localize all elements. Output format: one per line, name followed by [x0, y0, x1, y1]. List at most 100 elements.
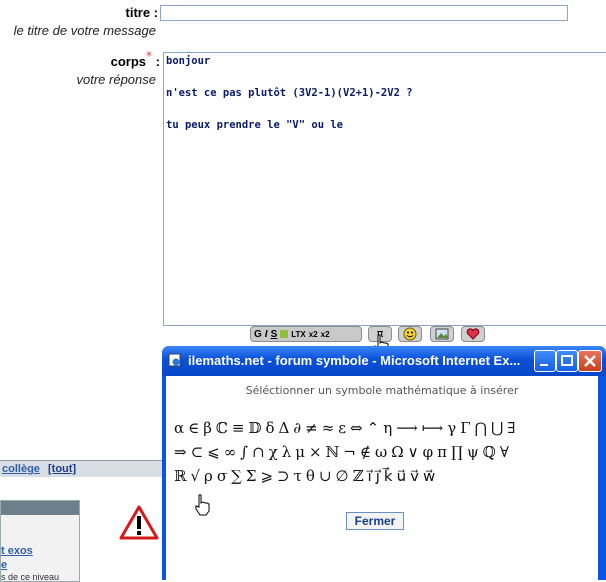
symbol-item[interactable]: ⊃ [277, 467, 290, 485]
symbol-popup-window: ilemaths.net - forum symbole - Microsoft… [162, 346, 606, 580]
format-toolbar: G I S LTX x2 x2 [250, 326, 362, 342]
symbol-item[interactable]: ⩽ [207, 443, 220, 461]
symbol-item[interactable]: ⌃ [367, 419, 380, 437]
superscript-button[interactable]: x2 [321, 330, 330, 339]
symbol-item[interactable]: ∨ [408, 443, 419, 461]
tout-link[interactable]: [tout] [48, 463, 76, 475]
symbol-item[interactable]: ∩ [252, 443, 265, 461]
symbol-item[interactable]: γ [447, 419, 456, 437]
color-icon[interactable] [280, 330, 289, 338]
symbol-item[interactable]: ∀ [500, 443, 509, 461]
body-line: n'est ce pas plutôt (3V2-1)(V2+1)-2V2 ? [166, 87, 413, 99]
symbol-item[interactable]: ⋃ [491, 419, 503, 437]
body-hint: votre réponse [76, 72, 157, 87]
background-panel: t exos e s de ce niveau [0, 500, 80, 582]
symbol-item[interactable]: ≈ [322, 419, 335, 437]
maximize-icon [561, 355, 573, 366]
symbol-item[interactable]: j⃗ [376, 467, 380, 485]
symbol-item[interactable]: ℤ [353, 467, 364, 485]
symbol-item[interactable]: ∅ [336, 467, 349, 485]
symbol-item[interactable]: ∏ [451, 443, 463, 461]
body-textarea[interactable]: bonjour n'est ce pas plutôt (3V2-1)(V2+1… [163, 52, 606, 326]
symbol-item[interactable]: ∈ [188, 419, 199, 437]
symbol-item[interactable]: 𝔻 [248, 419, 261, 437]
title-input[interactable] [160, 5, 568, 21]
heart-button[interactable] [461, 326, 485, 342]
symbol-item[interactable]: η [383, 419, 392, 437]
symbol-item[interactable]: ⋂ [475, 419, 487, 437]
symbol-row: ℝ √ ρ σ ∑ Σ ⩾ ⊃ τ θ ∪ ∅ ℤi⃗ j⃗ k⃗ u⃗ v⃗ w⃗ [174, 464, 594, 488]
symbol-item[interactable]: φ [423, 443, 434, 461]
symbol-item[interactable]: ⊂ [191, 443, 204, 461]
symbol-item[interactable]: Γ [460, 419, 470, 437]
background-snippet: s de ce niveau [1, 572, 60, 582]
hand-cursor-icon [195, 494, 210, 516]
symbol-item[interactable]: × [309, 443, 322, 461]
symbol-item[interactable]: σ [217, 467, 227, 485]
bold-button[interactable]: G [254, 329, 262, 340]
symbol-item[interactable]: ⇔ [350, 419, 363, 437]
underline-button[interactable]: S [271, 329, 278, 340]
symbol-item[interactable]: ∫ [240, 443, 248, 461]
symbol-item[interactable]: τ [294, 467, 302, 485]
title-label: titre : [125, 5, 159, 20]
symbol-item[interactable]: ℂ [216, 419, 228, 437]
italic-button[interactable]: I [265, 329, 268, 340]
symbol-item[interactable]: ∪ [319, 467, 332, 485]
symbol-item[interactable]: ε [338, 419, 346, 437]
symbol-item[interactable]: ∞ [224, 443, 237, 461]
popup-titlebar[interactable]: ilemaths.net - forum symbole - Microsoft… [162, 346, 606, 376]
symbol-item[interactable]: π [437, 443, 447, 461]
symbol-item[interactable]: ρ [204, 467, 213, 485]
image-button[interactable] [430, 326, 454, 342]
symbol-item[interactable]: ∉ [360, 443, 371, 461]
symbol-item[interactable]: ℕ [326, 443, 340, 461]
e-link[interactable]: e [1, 559, 7, 571]
symbol-item[interactable]: λ [282, 443, 292, 461]
symbol-item[interactable]: ≠ [305, 419, 318, 437]
symbol-item[interactable]: Ω [391, 443, 403, 461]
exos-link[interactable]: t exos [1, 545, 33, 557]
symbol-item[interactable]: ℝ [174, 467, 186, 485]
symbol-item[interactable]: w⃗ [423, 467, 435, 485]
symbol-item[interactable]: u⃗ [397, 467, 407, 485]
popup-border-right [598, 376, 602, 580]
symbol-row: α ∈ β ℂ ≡ 𝔻δ Δ ∂ ≠ ≈ ε ⇔ ⌃ η ⟶ ⟼ γ Γ ⋂ ⋃ ∃ [174, 416, 594, 440]
symbol-item[interactable]: ¬ [343, 443, 356, 461]
background-nav-strip: collège [tout] [0, 460, 165, 477]
symbol-item[interactable]: ∑ [231, 467, 242, 485]
minimize-button[interactable] [534, 350, 556, 372]
symbol-item[interactable]: ⟼ [422, 419, 444, 437]
latex-button[interactable]: LTX [291, 330, 306, 339]
symbol-item[interactable]: ℚ [483, 443, 496, 461]
symbol-item[interactable]: ⇒ [174, 443, 187, 461]
symbol-item[interactable]: α [174, 419, 184, 437]
close-popup-button[interactable]: Fermer [346, 512, 404, 530]
subscript-button[interactable]: x2 [309, 330, 318, 339]
body-label: corps [110, 54, 146, 69]
symbol-item[interactable]: Σ [246, 467, 257, 485]
symbol-item[interactable]: v⃗ [410, 467, 419, 485]
symbol-item[interactable]: ∂ [293, 419, 301, 437]
symbol-item[interactable]: β [203, 419, 212, 437]
symbol-item[interactable]: δ [265, 419, 274, 437]
symbol-item[interactable]: i⃗ [368, 467, 372, 485]
symbol-item[interactable]: ≡ [232, 419, 245, 437]
symbol-item[interactable]: μ [295, 443, 305, 461]
close-icon [584, 355, 596, 367]
symbol-item[interactable]: ψ [467, 443, 479, 461]
symbol-item[interactable]: √ [190, 467, 200, 485]
smiley-button[interactable] [398, 326, 422, 342]
college-link[interactable]: collège [2, 463, 40, 475]
close-button[interactable] [578, 350, 602, 372]
symbol-item[interactable]: ∃ [507, 419, 515, 437]
maximize-button[interactable] [556, 350, 578, 372]
ie-page-icon [168, 353, 181, 367]
symbol-item[interactable]: χ [269, 443, 278, 461]
symbol-item[interactable]: Δ [279, 419, 290, 437]
symbol-item[interactable]: θ [306, 467, 315, 485]
symbol-item[interactable]: ω [375, 443, 387, 461]
symbol-item[interactable]: k⃗ [384, 467, 393, 485]
symbol-item[interactable]: ⩾ [260, 467, 273, 485]
symbol-item[interactable]: ⟶ [396, 419, 418, 437]
